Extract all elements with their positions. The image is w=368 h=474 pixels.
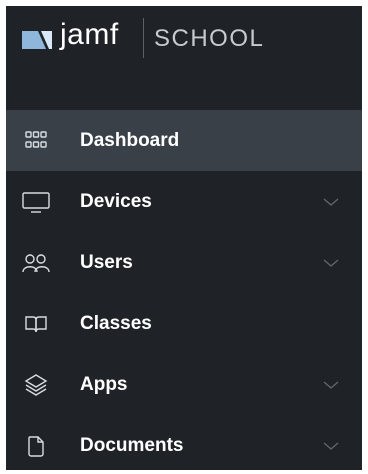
chevron-down-icon[interactable]: [320, 378, 342, 392]
sidebar-item-label: Dashboard: [80, 129, 180, 151]
grid-icon: [20, 127, 52, 155]
book-icon: [20, 310, 52, 338]
sidebar-item-documents[interactable]: Documents: [6, 415, 362, 470]
sidebar-item-users[interactable]: Users: [6, 232, 362, 293]
monitor-icon: [20, 188, 52, 216]
chevron-down-icon[interactable]: [320, 195, 342, 209]
sidebar: jamf SCHOOL Dashboard Devices Users Clas…: [6, 6, 362, 470]
sidebar-item-label: Documents: [80, 434, 184, 456]
sidebar-item-label: Apps: [80, 373, 128, 395]
brand-name: jamf: [60, 18, 119, 51]
brand-header: jamf SCHOOL: [6, 6, 362, 104]
users-icon: [20, 249, 52, 277]
document-icon: [20, 432, 52, 460]
chevron-down-icon[interactable]: [320, 256, 342, 270]
sidebar-item-classes[interactable]: Classes: [6, 293, 362, 354]
jamf-logo-icon: [22, 31, 52, 49]
sidebar-item-label: Devices: [80, 190, 152, 212]
sidebar-nav: Dashboard Devices Users Classes Apps Doc…: [6, 110, 362, 470]
sidebar-item-devices[interactable]: Devices: [6, 171, 362, 232]
sidebar-item-label: Users: [80, 251, 133, 273]
chevron-down-icon[interactable]: [320, 439, 342, 453]
brand-divider: [143, 18, 144, 58]
sidebar-item-apps[interactable]: Apps: [6, 354, 362, 415]
layers-icon: [20, 371, 52, 399]
sidebar-item-dashboard[interactable]: Dashboard: [6, 110, 362, 171]
brand-product: SCHOOL: [154, 25, 265, 52]
sidebar-item-label: Classes: [80, 312, 152, 334]
